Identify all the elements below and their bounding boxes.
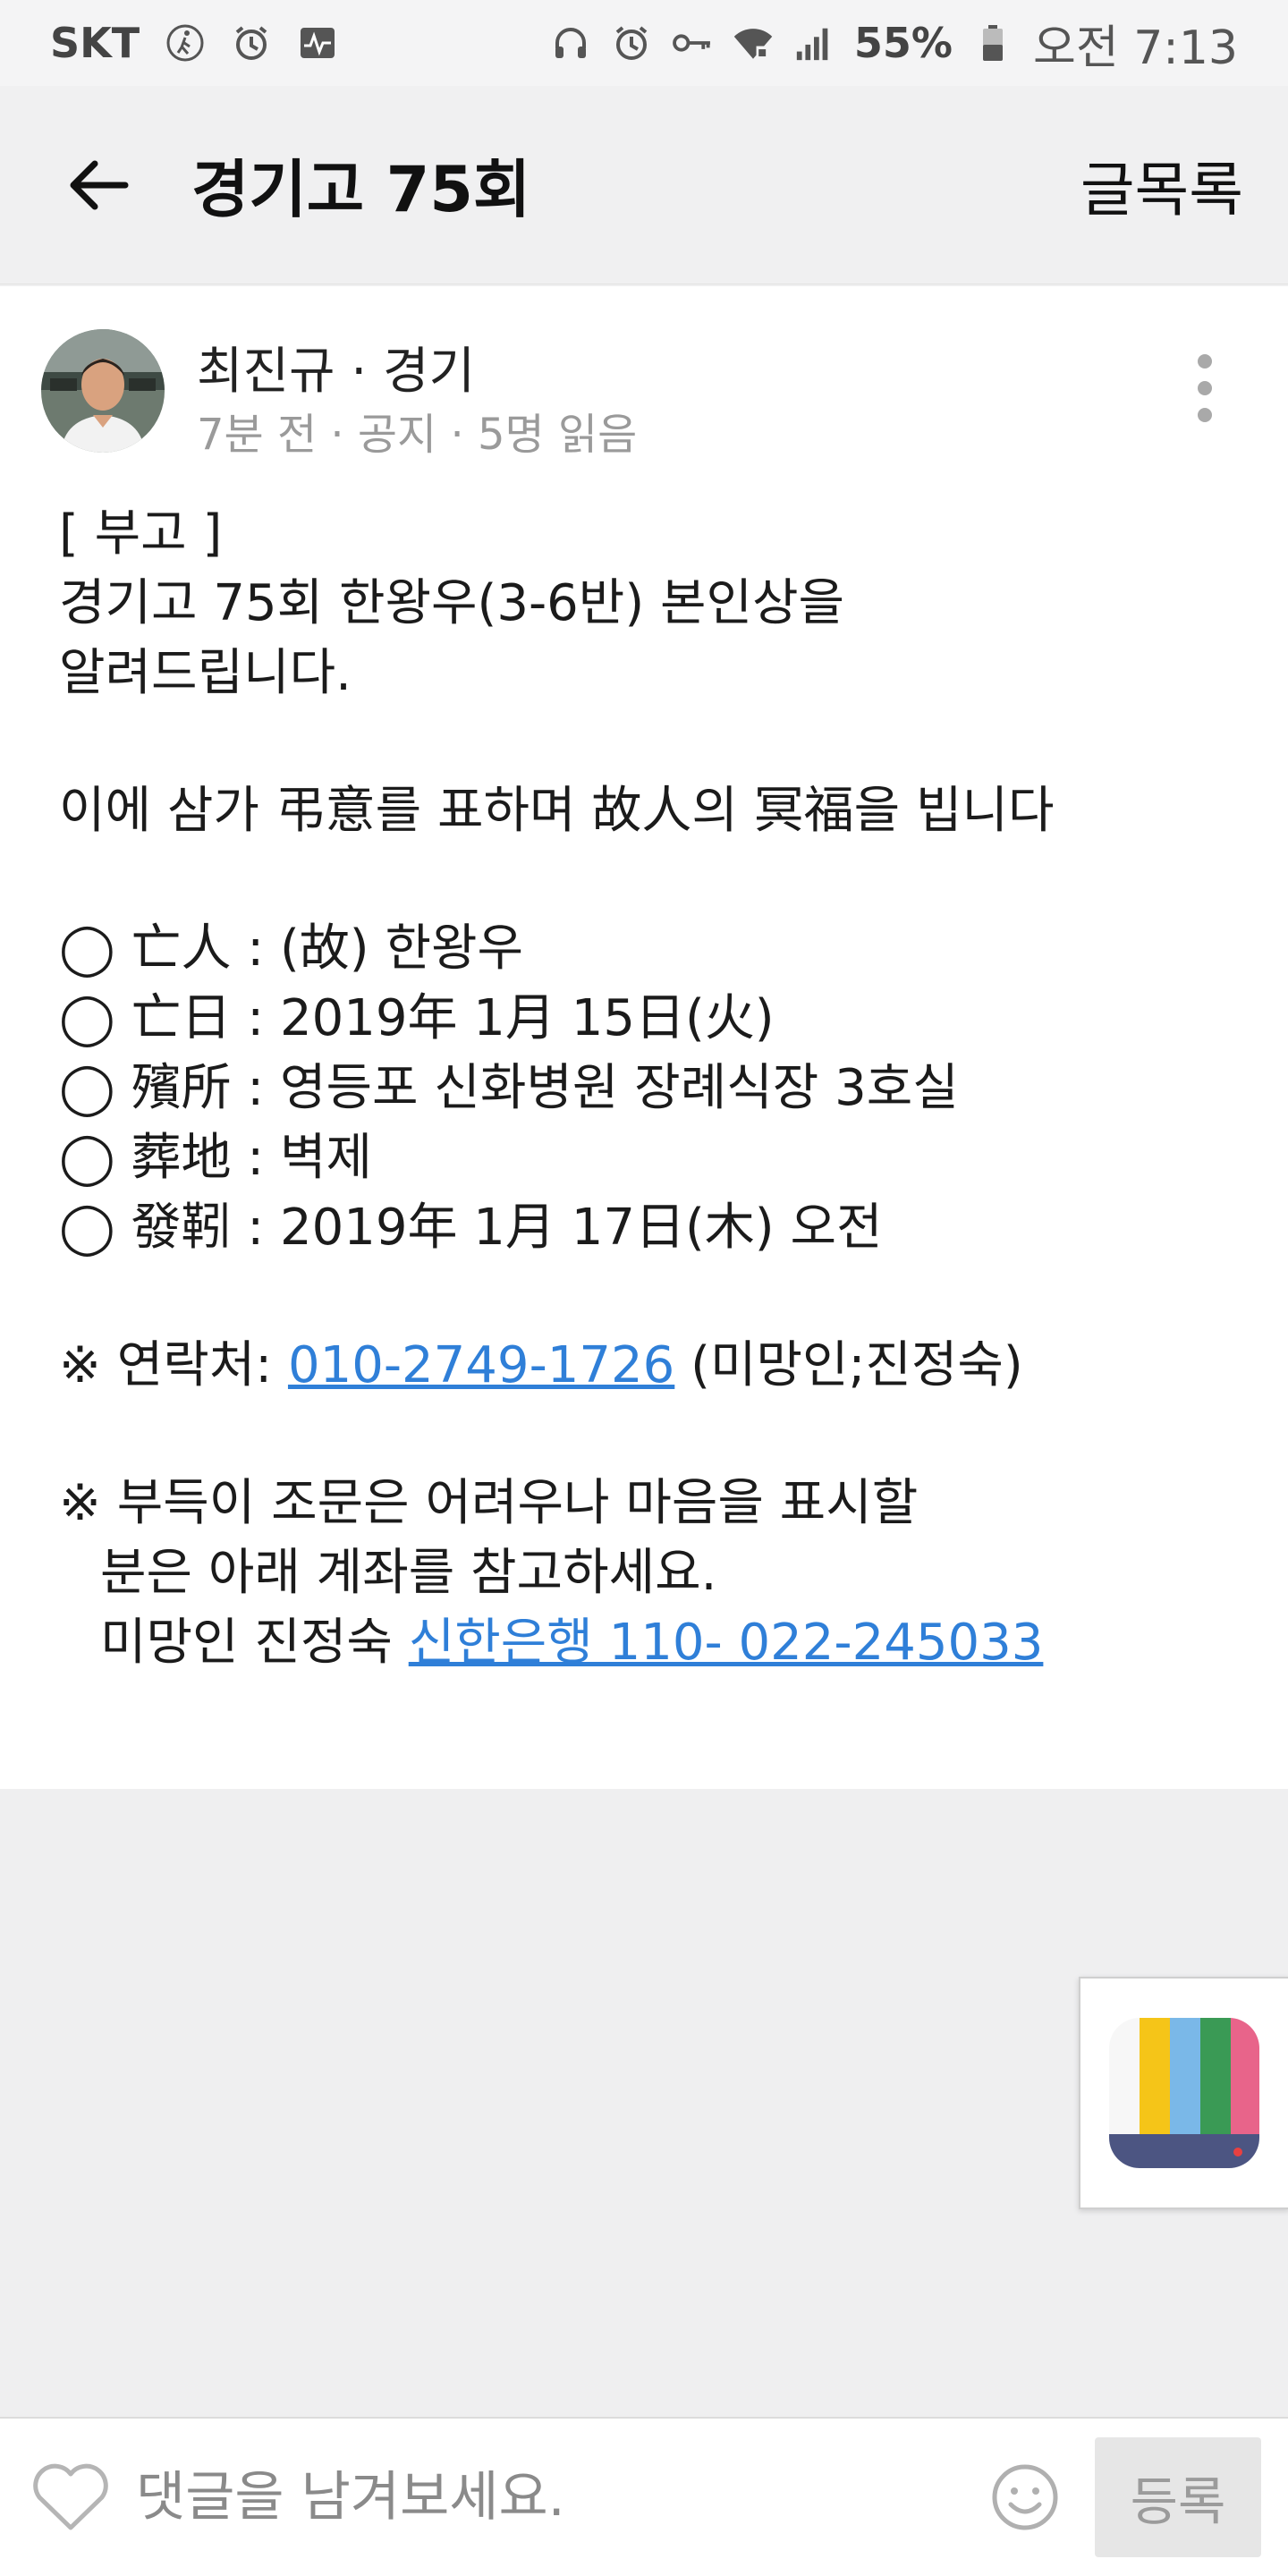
- clock: 오전 7:13: [1033, 21, 1238, 75]
- contact-line: ※ 연락처: 010-2749-1726 (미망인;진정숙): [59, 1331, 1258, 1401]
- key-icon: [672, 22, 713, 64]
- post-line: ◯ 殯所 : 영등포 신화병원 장례식장 3호실: [59, 1059, 959, 1117]
- contact-prefix: ※ 연락처:: [59, 1336, 288, 1394]
- post-line: 알려드립니다.: [59, 644, 352, 702]
- phone-link[interactable]: 010-2749-1726: [288, 1336, 674, 1394]
- arrow-left-icon: [70, 160, 129, 209]
- avatar[interactable]: [41, 329, 165, 453]
- post-line: ◯ 葬地 : 벽제: [59, 1129, 372, 1187]
- author-name[interactable]: 최진규 · 경기: [197, 331, 475, 403]
- walking-icon: [165, 22, 206, 64]
- account-line: 미망인 진정숙 신한은행 110- 022-245033: [59, 1608, 1258, 1678]
- back-button[interactable]: [63, 149, 134, 221]
- page-title: 경기고 75회: [191, 153, 531, 226]
- signal-icon: [793, 22, 835, 64]
- more-options-button[interactable]: [1182, 354, 1227, 444]
- submit-button[interactable]: 등록: [1095, 2437, 1261, 2557]
- post-card: 최진규 · 경기 7분 전 · 공지 · 5명 읽음 [ 부고 ] 경기고 75…: [0, 286, 1288, 1789]
- list-button[interactable]: 글목록: [1080, 142, 1243, 228]
- post-line: 분은 아래 계좌를 참고하세요.: [100, 1544, 717, 1602]
- app-bar: 경기고 75회 글목록: [0, 86, 1288, 284]
- like-button[interactable]: [30, 2457, 111, 2538]
- pulse-icon: [297, 22, 338, 64]
- wifi-icon: [733, 22, 774, 64]
- tv-app-icon: [1109, 2018, 1259, 2168]
- post-line: ◯ 亡日 : 2019年 1月 15日(火): [59, 989, 775, 1047]
- alarm-icon: [231, 22, 272, 64]
- heart-icon: [33, 2463, 108, 2530]
- post-line: 경기고 75회 한왕우(3-6반) 본인상을: [59, 574, 845, 632]
- comment-input[interactable]: [134, 2452, 987, 2543]
- post-body: [ 부고 ] 경기고 75회 한왕우(3-6반) 본인상을 알려드립니다. 이에…: [59, 499, 1258, 1678]
- post-meta: 7분 전 · 공지 · 5명 읽음: [197, 410, 638, 460]
- account-prefix: 미망인 진정숙: [100, 1614, 409, 1672]
- comment-bar: 등록: [0, 2417, 1288, 2576]
- alarm-clock-icon: [611, 22, 652, 64]
- floating-tv-button[interactable]: [1079, 1977, 1288, 2209]
- post-line: ◯ 發靷 : 2019年 1月 17日(木) 오전: [59, 1199, 883, 1257]
- battery-percent: 55%: [853, 19, 953, 67]
- carrier-label: SKT: [50, 19, 140, 67]
- smiley-icon: [992, 2464, 1058, 2530]
- contact-suffix: (미망인;진정숙): [674, 1336, 1023, 1394]
- post-line: 이에 삼가 弔意를 표하며 故人의 冥福을 빕니다: [59, 782, 1055, 840]
- battery-icon: [972, 22, 1013, 64]
- status-bar: SKT 55% 오전 7:13: [0, 0, 1288, 86]
- account-link[interactable]: 신한은행 110- 022-245033: [409, 1614, 1044, 1672]
- headset-icon: [550, 22, 591, 64]
- post-line: [ 부고 ]: [59, 504, 223, 563]
- emoji-button[interactable]: [987, 2460, 1063, 2535]
- post-line: ◯ 亡人 : (故) 한왕우: [59, 919, 523, 978]
- more-vertical-icon: [1198, 354, 1212, 369]
- post-line: ※ 부득이 조문은 어려우나 마음을 표시할: [59, 1474, 919, 1532]
